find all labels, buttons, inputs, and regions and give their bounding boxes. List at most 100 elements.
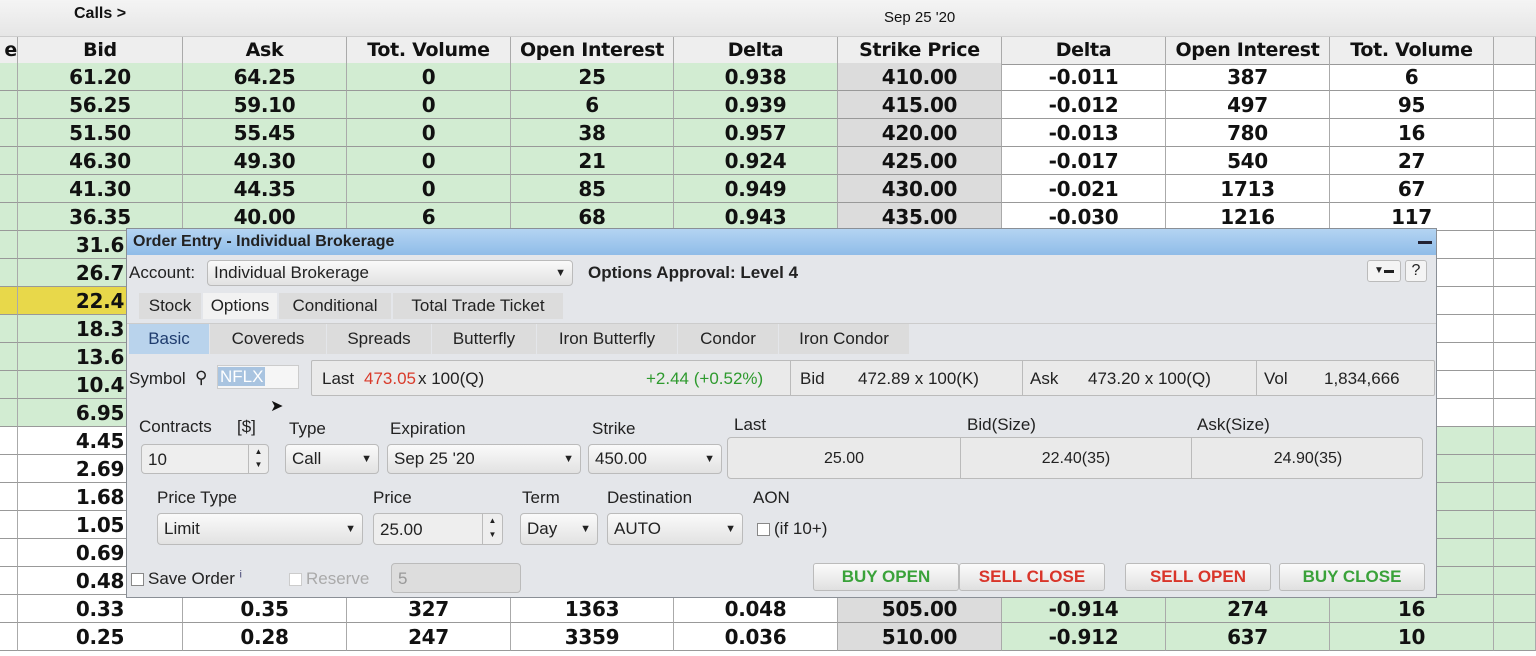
symbol-label: Symbol (129, 369, 186, 388)
calls-label[interactable]: Calls > (74, 5, 126, 23)
header-bid[interactable]: Bid (18, 37, 183, 65)
tab-conditional[interactable]: Conditional (279, 293, 391, 319)
expiration-select[interactable]: Sep 25 '20 ▼ (387, 444, 581, 474)
cell-put-open-interest: 540 (1166, 147, 1330, 175)
header-call-open-interest[interactable]: Open Interest (511, 37, 674, 65)
table-row[interactable]: 56.25 59.10 0 6 0.939 415.00 -0.012 497 95 (0, 91, 1536, 119)
type-select[interactable]: Call ▼ (285, 444, 379, 474)
header-call-delta[interactable]: Delta (674, 37, 838, 65)
cell-strike-price: 415.00 (838, 91, 1002, 119)
cell-partial-col (0, 539, 18, 567)
reserve-text: Reserve (306, 569, 370, 588)
cell-partial-col (0, 175, 18, 203)
table-row[interactable]: 61.20 64.25 0 25 0.938 410.00 -0.011 387 6 (0, 63, 1536, 91)
account-select[interactable]: Individual Brokerage ▼ (207, 260, 573, 286)
subtab-basic[interactable]: Basic (129, 324, 209, 354)
cell-partial-col (0, 511, 18, 539)
cell-ask: 40.00 (183, 203, 347, 231)
cell-call-open-interest: 6 (511, 91, 674, 119)
subtab-butterfly[interactable]: Butterfly (432, 324, 536, 354)
cell-put-volume: 95 (1330, 91, 1494, 119)
header-partial-col[interactable]: e (0, 37, 18, 65)
term-select[interactable]: Day ▼ (520, 513, 598, 545)
info-icon[interactable]: i (240, 569, 242, 580)
cell-call-open-interest: 3359 (511, 623, 674, 651)
cell-empty (1494, 427, 1536, 455)
aon-checkbox[interactable]: (if 10+) (757, 519, 827, 539)
term-value: Day (527, 519, 558, 538)
tab-total-trade-ticket[interactable]: Total Trade Ticket (393, 293, 563, 319)
help-button[interactable]: ? (1405, 260, 1427, 282)
table-row[interactable]: 0.25 0.28 247 3359 0.036 510.00 -0.912 637 10 (0, 623, 1536, 651)
cell-partial-col (0, 427, 18, 455)
chevron-down-icon: ▼ (563, 453, 574, 465)
option-quote-box: 25.00 22.40(35) 24.90(35) (727, 437, 1423, 479)
subtab-spreads[interactable]: Spreads (327, 324, 431, 354)
buy-open-button[interactable]: BUY OPEN (813, 563, 959, 591)
buy-close-button[interactable]: BUY CLOSE (1279, 563, 1425, 591)
cell-call-volume: 0 (347, 119, 511, 147)
destination-select[interactable]: AUTO ▼ (607, 513, 743, 545)
chevron-down-icon: ▼ (580, 523, 591, 535)
cell-partial-col (0, 483, 18, 511)
header-put-delta[interactable]: Delta (1002, 37, 1166, 65)
cell-partial-col (0, 623, 18, 651)
header-empty[interactable] (1494, 37, 1536, 65)
quote-ask: 473.20 x 100(Q) (1088, 369, 1211, 388)
cell-put-open-interest: 1713 (1166, 175, 1330, 203)
sell-open-button[interactable]: SELL OPEN (1125, 563, 1271, 591)
table-row[interactable]: 36.35 40.00 6 68 0.943 435.00 -0.030 1216 117 (0, 203, 1536, 231)
account-label: Account: (129, 263, 196, 282)
header-ask[interactable]: Ask (183, 37, 347, 65)
cell-empty (1494, 371, 1536, 399)
table-row[interactable]: 51.50 55.45 0 38 0.957 420.00 -0.013 780 16 (0, 119, 1536, 147)
minimize-icon[interactable] (1418, 241, 1432, 244)
table-row[interactable]: 41.30 44.35 0 85 0.949 430.00 -0.021 1713 67 (0, 175, 1536, 203)
subtab-iron-condor[interactable]: Iron Condor (779, 324, 909, 354)
header-put-open-interest[interactable]: Open Interest (1166, 37, 1330, 65)
header-put-volume[interactable]: Tot. Volume (1330, 37, 1494, 65)
cell-put-open-interest: 497 (1166, 91, 1330, 119)
price-stepper[interactable]: ▲ ▼ (482, 514, 502, 544)
subtab-condor[interactable]: Condor (678, 324, 778, 354)
menu-icon[interactable]: ▼▬ (1367, 260, 1401, 282)
contracts-input[interactable]: 10 ▲ ▼ (141, 444, 269, 474)
dialog-title-bar[interactable]: Order Entry - Individual Brokerage (127, 229, 1436, 255)
cell-ask: 55.45 (183, 119, 347, 147)
table-row[interactable]: 46.30 49.30 0 21 0.924 425.00 -0.017 540 27 (0, 147, 1536, 175)
cell-strike-price: 510.00 (838, 623, 1002, 651)
cell-call-open-interest: 68 (511, 203, 674, 231)
save-order-checkbox[interactable]: Save Order i (131, 569, 242, 589)
reserve-input[interactable]: 5 (391, 563, 521, 593)
price-input[interactable]: 25.00 ▲ ▼ (373, 513, 503, 545)
quote-last-price: 473.05 (364, 369, 416, 388)
strike-select[interactable]: 450.00 ▼ (588, 444, 722, 474)
price-type-select[interactable]: Limit ▼ (157, 513, 363, 545)
cell-put-delta: -0.914 (1002, 595, 1166, 623)
expiration-label: Sep 25 '20 (884, 9, 956, 26)
cell-call-volume: 6 (347, 203, 511, 231)
tab-stock[interactable]: Stock (139, 293, 201, 319)
header-call-volume[interactable]: Tot. Volume (347, 37, 511, 65)
sell-close-button[interactable]: SELL CLOSE (959, 563, 1105, 591)
table-row[interactable]: 0.33 0.35 327 1363 0.048 505.00 -0.914 274 16 (0, 595, 1536, 623)
reserve-checkbox[interactable]: Reserve (289, 569, 369, 589)
cell-empty (1494, 511, 1536, 539)
subtab-covereds[interactable]: Covereds (210, 324, 326, 354)
quote-change: +2.44 (+0.52%) (646, 369, 764, 388)
quote-last-size: x 100(Q) (418, 369, 485, 388)
cell-bid: 0.25 (18, 623, 183, 651)
tab-options[interactable]: Options (203, 293, 277, 319)
symbol-input[interactable]: NFLX (217, 365, 299, 389)
cell-empty (1494, 623, 1536, 651)
chevron-down-icon: ▼ (725, 523, 736, 535)
cell-put-volume: 10 (1330, 623, 1494, 651)
cell-partial-col (0, 91, 18, 119)
subtab-iron-butterfly[interactable]: Iron Butterfly (537, 324, 677, 354)
search-icon[interactable]: ⚲ (195, 368, 207, 388)
contracts-stepper[interactable]: ▲ ▼ (248, 445, 268, 473)
header-strike-price[interactable]: Strike Price (838, 37, 1002, 65)
dollar-toggle[interactable]: [$] (237, 417, 256, 437)
cell-put-open-interest: 274 (1166, 595, 1330, 623)
cell-put-delta: -0.013 (1002, 119, 1166, 147)
